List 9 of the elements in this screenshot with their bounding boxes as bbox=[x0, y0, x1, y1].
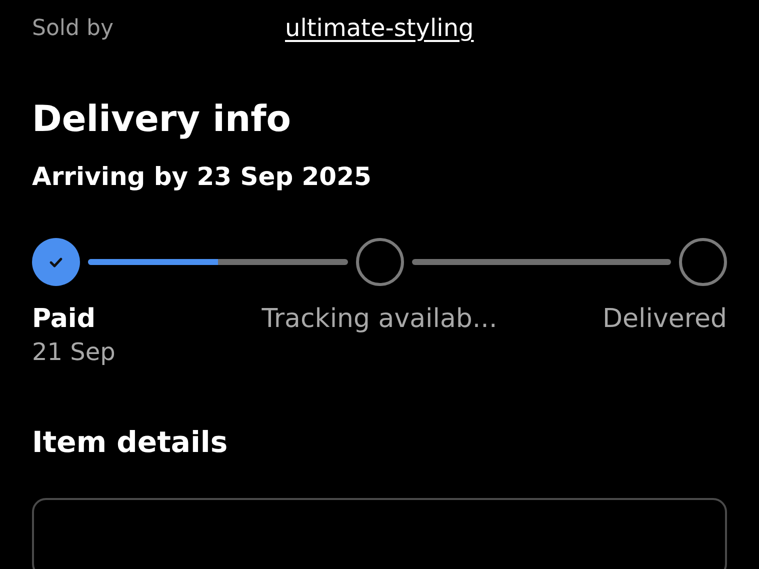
step-date: 21 Sep bbox=[32, 337, 116, 368]
sold-by-label: Sold by bbox=[32, 14, 114, 42]
step-label: Paid bbox=[32, 303, 96, 336]
step-label: Delivered bbox=[602, 303, 727, 336]
section-title: Item details bbox=[32, 424, 229, 460]
step-label: Tracking availab... bbox=[262, 303, 498, 336]
seller-link[interactable]: ultimate-styling bbox=[285, 10, 474, 46]
section-title: Delivery info bbox=[32, 98, 292, 142]
arrival-date: Arriving by 23 Sep 2025 bbox=[32, 162, 372, 192]
